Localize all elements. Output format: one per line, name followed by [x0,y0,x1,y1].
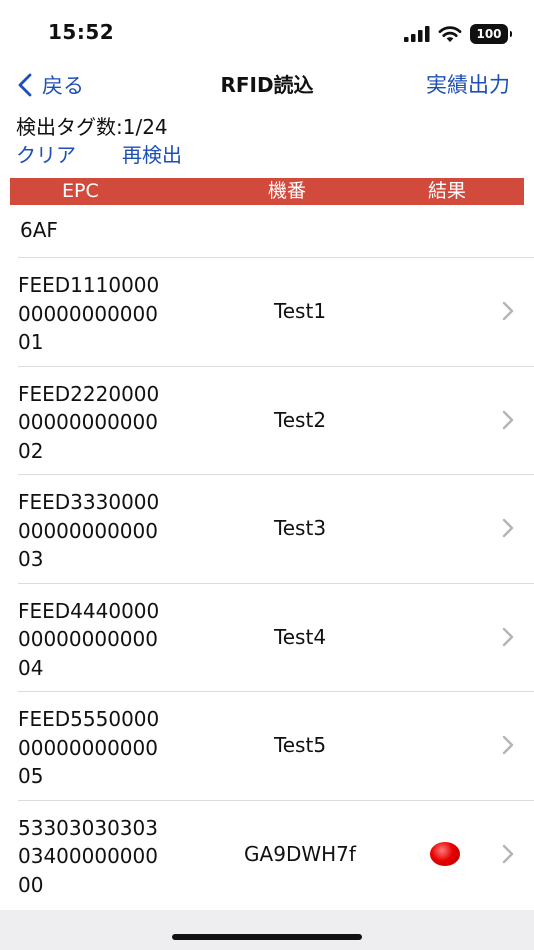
chevron-right-icon [502,301,514,321]
battery-level: 100 [476,27,502,41]
model-value: Test2 [273,407,327,432]
model-value: Test1 [273,299,327,323]
status-time: 15:52 [48,20,115,44]
table-row[interactable]: FEED5550000 00000000000 05 Test5 [0,691,534,800]
table-header: EPC 機番 結果 [10,178,524,205]
epc-value: FEED1110000 00000000000 01 [18,273,160,354]
chevron-right-icon [502,410,514,429]
table-row[interactable]: FEED2220000 00000000000 02 Test2 [0,365,534,475]
table-row[interactable]: FEED3330000 00000000000 03 Test3 [0,474,534,583]
model-value: Test3 [273,516,327,540]
table-row[interactable]: 53303030303 03400000000 00 GA9DWH7f [0,799,534,909]
epc-value: 53303030303 03400000000 00 [18,815,158,897]
column-header-model: 機番 [268,180,307,202]
model-value: Test5 [273,733,327,757]
column-header-epc: EPC [62,180,99,202]
detected-tag-count: 検出タグ数:1/24 [16,115,168,139]
table-row[interactable]: FEED4440000 00000000000 04 Test4 [0,582,534,692]
tag-list: 6AF FEED1110000 00000000000 01 Test1 FEE… [0,206,534,908]
export-results-button[interactable]: 実績出力 [426,64,510,106]
model-value: GA9DWH7f [244,841,356,866]
clear-button[interactable]: クリア [16,139,76,168]
chevron-right-icon [502,735,514,755]
navigation-bar: RFID読込 戻る 実績出力 [0,64,534,106]
result-red-dot-icon [430,841,460,866]
epc-value: FEED4440000 00000000000 04 [18,598,160,680]
column-header-result: 結果 [428,180,467,202]
epc-value: 6AF [20,218,58,242]
back-button[interactable]: 戻る [18,64,84,106]
epc-value: FEED5550000 00000000000 05 [18,707,160,788]
model-value: Test4 [273,624,327,649]
wifi-icon [438,26,462,42]
chevron-right-icon [502,518,514,538]
battery-icon: 100 [470,24,512,44]
list-item-partial[interactable]: 6AF [0,206,534,257]
action-row: クリア 再検出 [16,139,182,168]
home-indicator[interactable] [172,934,362,940]
epc-value: FEED3330000 00000000000 03 [18,490,160,571]
chevron-left-icon [18,73,32,97]
cellular-signal-icon [404,26,430,42]
chevron-right-icon [502,844,514,863]
epc-value: FEED2220000 00000000000 02 [18,381,160,463]
status-icons: 100 [404,22,512,46]
table-row[interactable]: FEED1110000 00000000000 01 Test1 [0,257,534,366]
rescan-button[interactable]: 再検出 [122,139,182,168]
back-button-label: 戻る [42,74,84,98]
status-bar: 15:52 100 [0,0,534,60]
bottom-safe-area [0,910,534,950]
chevron-right-icon [502,627,514,646]
